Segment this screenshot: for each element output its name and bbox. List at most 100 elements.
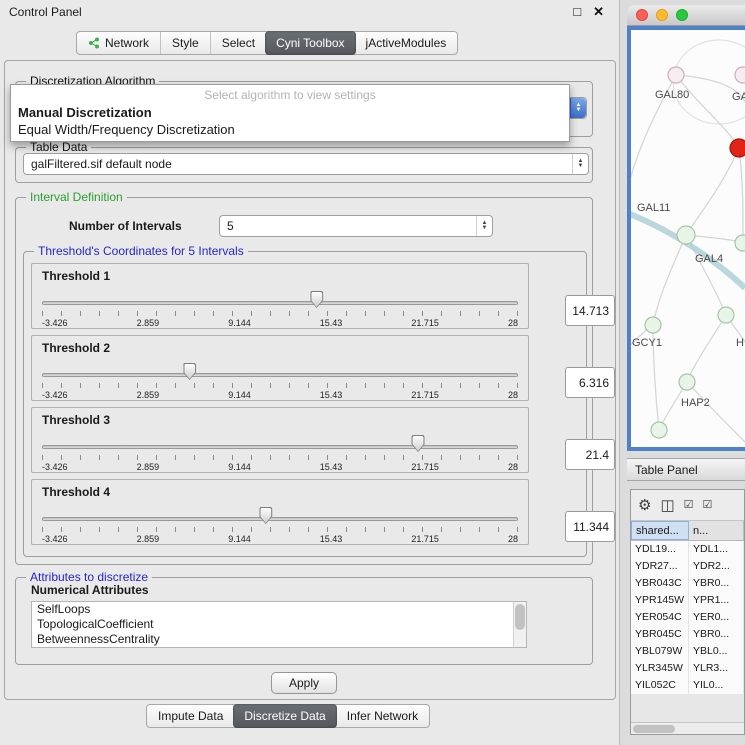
slider-thumb[interactable]	[412, 435, 425, 452]
threshold-1-value-field[interactable]: 14.713	[565, 295, 615, 326]
cell-shared-name[interactable]: YIL052C	[631, 677, 689, 694]
stepper-down-icon: ▼	[576, 108, 582, 113]
threshold-3-value-field[interactable]: 21.4	[565, 439, 615, 470]
gear-icon[interactable]: ⚙	[638, 498, 651, 513]
number-of-intervals-combobox[interactable]: 5 ▲ ▼	[219, 215, 493, 237]
network-canvas[interactable]: GAL80 GA GAL11 GAL4 GCY1 H HAP2	[631, 30, 745, 447]
tab-infer-network[interactable]: Infer Network	[336, 705, 429, 727]
cell-name[interactable]: YPR1...	[689, 592, 744, 609]
cell-name[interactable]: YBL0...	[689, 643, 744, 660]
node-cut-right-top[interactable]	[735, 67, 745, 83]
node-gcy1[interactable]	[645, 317, 661, 333]
slider-track[interactable]	[42, 373, 518, 377]
slider-thumb[interactable]	[259, 507, 272, 524]
table-data-combobox-stepper[interactable]: ▲ ▼	[572, 154, 588, 174]
threshold-4-value-field[interactable]: 11.344	[565, 511, 615, 542]
columns-icon[interactable]: ◫	[660, 498, 674, 513]
slider-track[interactable]	[42, 517, 518, 521]
tab-cyni-toolbox[interactable]: Cyni Toolbox	[265, 31, 355, 55]
window-controls: □ ✕	[573, 4, 610, 20]
horizontal-scrollbar-thumb[interactable]	[633, 725, 675, 733]
cell-shared-name[interactable]: YBL079W	[631, 643, 689, 660]
tick-label: 28	[508, 462, 518, 472]
slider-track[interactable]	[42, 301, 518, 305]
cell-shared-name[interactable]: YDL19...	[631, 541, 689, 558]
tab-style[interactable]: Style	[160, 32, 210, 54]
cell-name[interactable]: YDR2...	[689, 558, 744, 575]
dropdown-option-equal-width[interactable]: Equal Width/Frequency Discretization	[11, 121, 569, 138]
control-panel-titlebar: Control Panel □ ✕	[0, 0, 619, 24]
algorithm-combobox-stepper[interactable]: ▲ ▼	[570, 98, 586, 118]
table-row[interactable]: YDR27... YDR2...	[631, 558, 744, 575]
table-row[interactable]: YIL052C YIL0...	[631, 677, 744, 694]
close-window-icon[interactable]	[636, 9, 648, 21]
list-scrollbar[interactable]	[513, 602, 526, 647]
tab-network-label: Network	[105, 36, 149, 50]
zoom-window-icon[interactable]	[676, 9, 688, 21]
node-label: GAL4	[695, 253, 723, 265]
threshold-3-panel: Threshold 3 -3.4262.8599.14415.4321.7152…	[31, 407, 529, 473]
tab-discretize-data[interactable]: Discretize Data	[233, 704, 336, 728]
cell-shared-name[interactable]: YDR27...	[631, 558, 689, 575]
table-row[interactable]: YER054C YER0...	[631, 609, 744, 626]
select-all-checkbox-icon[interactable]: ☑	[684, 500, 694, 511]
table-rows: YDL19... YDL1... YDR27... YDR2... YBR043…	[631, 541, 744, 694]
close-panel-icon[interactable]: ✕	[593, 4, 604, 20]
tick-label: 9.144	[228, 534, 251, 544]
horizontal-scrollbar[interactable]	[631, 722, 744, 734]
tab-impute-data[interactable]: Impute Data	[147, 705, 234, 727]
number-of-intervals-stepper[interactable]: ▲ ▼	[476, 216, 492, 236]
node-label: HAP2	[681, 397, 710, 409]
cell-name[interactable]: YLR3...	[689, 660, 744, 677]
cell-name[interactable]: YBR0...	[689, 575, 744, 592]
cell-shared-name[interactable]: YPR145W	[631, 592, 689, 609]
table-row[interactable]: YBL079W YBL0...	[631, 643, 744, 660]
list-item[interactable]: BetweennessCentrality	[32, 632, 526, 647]
tab-select[interactable]: Select	[210, 32, 266, 54]
slider-thumb[interactable]	[310, 291, 323, 308]
cell-shared-name[interactable]: YER054C	[631, 609, 689, 626]
cell-name[interactable]: YIL0...	[689, 677, 744, 694]
node-mid[interactable]	[677, 226, 695, 244]
apply-button[interactable]: Apply	[271, 672, 337, 694]
cell-name[interactable]: YER0...	[689, 609, 744, 626]
node-gal80[interactable]	[668, 67, 684, 83]
threshold-2-value-field[interactable]: 6.316	[565, 367, 615, 398]
cell-shared-name[interactable]: YLR345W	[631, 660, 689, 677]
node-cut-right-mid[interactable]	[735, 235, 745, 251]
threshold-4-slider[interactable]: -3.4262.8599.14415.4321.71528	[42, 506, 518, 544]
table-row[interactable]: YPR145W YPR1...	[631, 592, 744, 609]
threshold-1-slider[interactable]: -3.4262.8599.14415.4321.71528	[42, 290, 518, 328]
node-hap2[interactable]	[679, 374, 695, 390]
cell-shared-name[interactable]: YBR045C	[631, 626, 689, 643]
cell-name[interactable]: YDL1...	[689, 541, 744, 558]
threshold-3-slider[interactable]: -3.4262.8599.14415.4321.71528	[42, 434, 518, 472]
tab-network[interactable]: Network	[77, 32, 160, 54]
table-data-combobox[interactable]: galFiltered.sif default node ▲ ▼	[23, 153, 589, 175]
table-row[interactable]: YDL19... YDL1...	[631, 541, 744, 558]
dropdown-option-manual[interactable]: Manual Discretization	[11, 104, 569, 121]
tab-jactivemodules[interactable]: jActiveModules	[355, 32, 458, 54]
slider-track[interactable]	[42, 445, 518, 449]
threshold-2-slider[interactable]: -3.4262.8599.14415.4321.71528	[42, 362, 518, 400]
table-row[interactable]: YBR045C YBR0...	[631, 626, 744, 643]
table-data-group-title: Table Data	[26, 140, 91, 154]
table-panel-bar[interactable]: Table Panel	[627, 458, 745, 481]
select-none-checkbox-icon[interactable]: ☑	[703, 500, 713, 511]
node-lower-right[interactable]	[718, 307, 734, 323]
list-item[interactable]: SelfLoops	[32, 602, 526, 617]
list-item[interactable]: TopologicalCoefficient	[32, 617, 526, 632]
column-header-name[interactable]: n...	[689, 521, 744, 540]
table-row[interactable]: YLR345W YLR3...	[631, 660, 744, 677]
column-header-shared-name[interactable]: shared...	[631, 521, 689, 540]
cell-name[interactable]: YBR0...	[689, 626, 744, 643]
list-scrollbar-thumb[interactable]	[515, 604, 525, 630]
cell-shared-name[interactable]: YBR043C	[631, 575, 689, 592]
tab-select-label: Select	[222, 36, 255, 50]
minimize-window-icon[interactable]	[656, 9, 668, 21]
node-bottom-left[interactable]	[651, 422, 667, 438]
table-row[interactable]: YBR043C YBR0...	[631, 575, 744, 592]
float-window-icon[interactable]: □	[573, 4, 581, 20]
node-selected-red[interactable]	[730, 139, 745, 157]
slider-thumb[interactable]	[183, 363, 196, 380]
